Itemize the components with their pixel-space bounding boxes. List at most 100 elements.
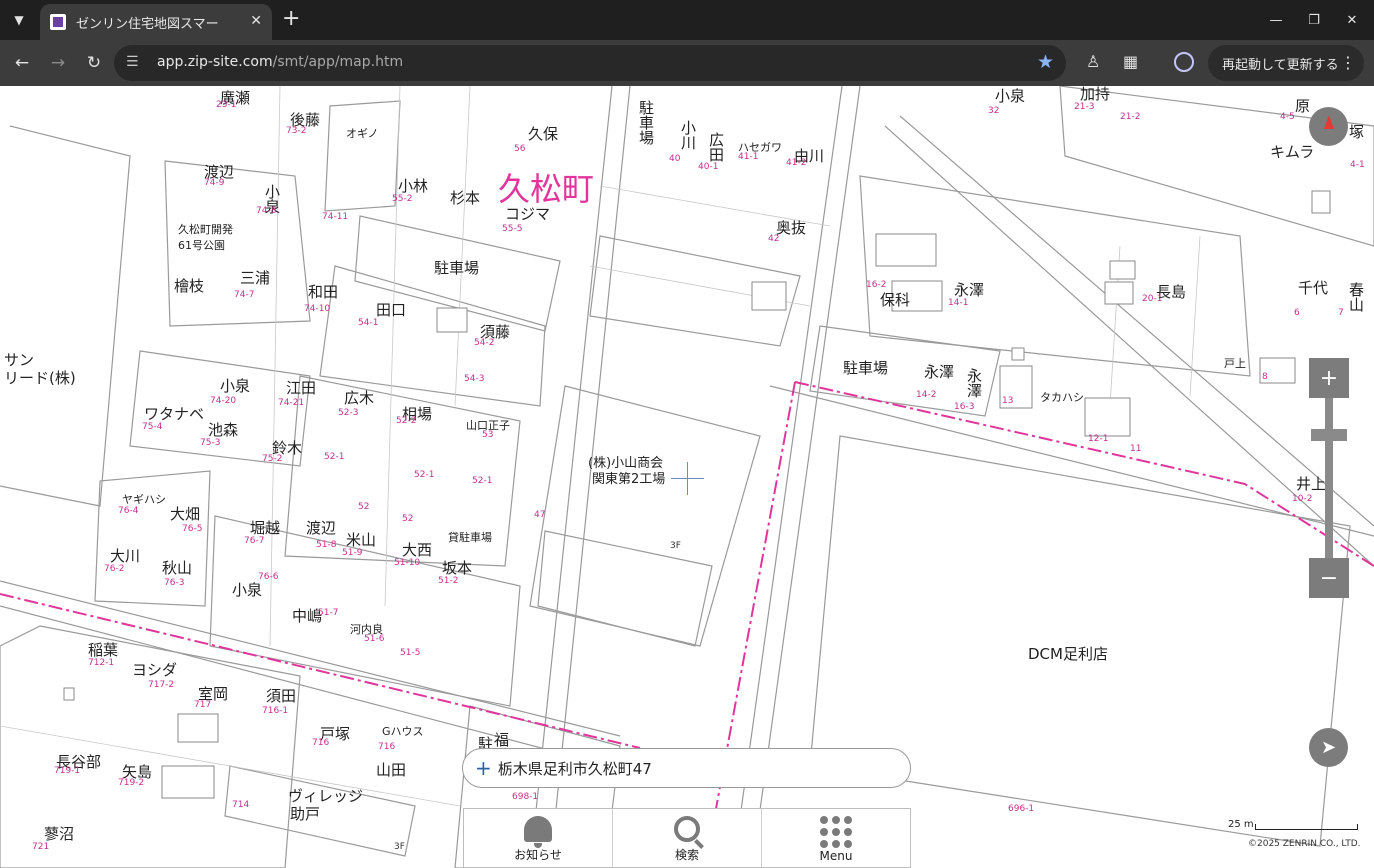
map-label: 奥抜 (776, 219, 807, 237)
parcel-number: 54-3 (464, 374, 485, 384)
zoom-slider-track[interactable] (1325, 398, 1333, 558)
map-label: コジマ (505, 205, 551, 223)
new-tab-plus-icon[interactable]: + (282, 8, 300, 30)
parcel-number: 76-2 (104, 564, 125, 574)
bell-icon (524, 816, 552, 848)
map-label: 福 (494, 731, 510, 749)
parcel-number: 698-1 (512, 792, 539, 802)
zoom-out-minus-icon[interactable]: − (1309, 558, 1349, 598)
parcel-number: 23-1 (216, 100, 237, 110)
parcel-number: 74-7 (234, 290, 255, 300)
parcel-number: 52 (358, 502, 370, 512)
parcel-number: 4-1 (1350, 160, 1365, 170)
parcel-number: 16-3 (954, 402, 975, 412)
map-label: 小泉 (220, 377, 251, 395)
center-crosshair (687, 462, 688, 495)
map-label: 駐車場 (637, 100, 655, 145)
map-label: タカハシ (1040, 391, 1084, 404)
map-label: 大川 (110, 547, 141, 565)
parcel-number: 56 (514, 144, 526, 154)
more-menu-icon[interactable]: ⋮ (1340, 53, 1356, 72)
parcel-number: 52-2 (396, 416, 417, 426)
extension-agent-icon[interactable]: ♙ (1086, 52, 1100, 71)
copyright-text: ©2025 ZENRIN CO., LTD. (1248, 839, 1361, 849)
parcel-number: 51-5 (400, 648, 421, 658)
active-tab[interactable]: ゼンリン住宅地図スマー ✕ (40, 4, 272, 40)
map-label: 須田 (266, 687, 297, 705)
parcel-number: 54-1 (358, 318, 379, 328)
menu-label: Menu (819, 849, 853, 863)
parcel-number: 41-1 (738, 152, 759, 162)
map-label: 米山 (346, 531, 377, 549)
navigation-arrow-icon[interactable]: ➤ (1309, 728, 1348, 767)
parcel-number: 75-2 (262, 454, 283, 464)
parcel-number: 74-21 (278, 398, 305, 408)
parcel-number: 14-2 (916, 390, 937, 400)
parcel-number: 55-2 (392, 194, 413, 204)
parcel-number: 721 (32, 842, 50, 852)
parcel-number: 6 (1294, 308, 1300, 318)
grid-dots-icon (820, 816, 852, 848)
parcel-number: 696-1 (1008, 804, 1035, 814)
site-info-icon[interactable]: ☰ (126, 54, 139, 70)
browser-tab-strip: ▼ ゼンリン住宅地図スマー ✕ + — ❐ ✕ (0, 0, 1374, 40)
map-label: リード(株) (4, 369, 76, 387)
map-label: 広木 (344, 389, 375, 407)
restore-icon[interactable]: ❐ (1303, 9, 1325, 31)
parcel-number: 51-8 (316, 540, 337, 550)
map-label: 永澤 (924, 363, 955, 381)
forward-arrow-icon[interactable]: → (46, 52, 70, 74)
relaunch-update-button[interactable]: 再起動して更新する ⋮ (1208, 45, 1364, 81)
window-close-icon[interactable]: ✕ (1341, 9, 1363, 31)
minimize-icon[interactable]: — (1265, 9, 1287, 31)
url-text[interactable]: app.zip-site.com/smt/app/map.htm (157, 54, 403, 70)
notice-label: お知らせ (514, 848, 562, 862)
bookmark-star-icon[interactable]: ★ (1037, 51, 1054, 73)
parcel-number: 51-7 (318, 608, 339, 618)
extensions-puzzle-icon[interactable]: ▦ (1123, 52, 1138, 71)
parcel-number: 52-1 (324, 452, 345, 462)
notice-button[interactable]: お知らせ (464, 809, 613, 867)
parcel-number: 53 (482, 430, 494, 440)
floor-count: 3F (670, 541, 681, 551)
bottom-navigation: お知らせ 検索 Menu (463, 808, 911, 868)
parcel-number: 47 (534, 510, 546, 520)
map-label: 加持 (1080, 86, 1111, 103)
parcel-number: 21-2 (1120, 112, 1141, 122)
zoom-in-plus-icon[interactable]: + (1309, 358, 1349, 398)
reload-icon[interactable]: ↻ (82, 52, 106, 74)
address-bar-pill[interactable]: + 栃木県足利市久松町47 (462, 748, 911, 788)
back-arrow-icon[interactable]: ← (10, 52, 34, 74)
map-label: DCM足利店 (1028, 645, 1108, 663)
menu-button[interactable]: Menu (762, 809, 910, 867)
map-label: 大畑 (170, 505, 201, 523)
map-label: 小川 (679, 120, 697, 150)
address-bar[interactable]: ☰ app.zip-site.com/smt/app/map.htm ★ (114, 45, 1066, 81)
parcel-number: 716 (312, 738, 330, 748)
address-text: 栃木県足利市久松町47 (497, 759, 652, 778)
search-button[interactable]: 検索 (613, 809, 762, 867)
parcel-number: 11 (1130, 444, 1142, 454)
map-label: (株)小山商会 (588, 456, 664, 471)
profile-avatar-icon[interactable] (1174, 52, 1194, 72)
parcel-number: 8 (1262, 372, 1268, 382)
parcel-number: 52-1 (414, 470, 435, 480)
search-label: 検索 (674, 848, 699, 862)
map-label: 駐車場 (434, 259, 480, 277)
map-label: ヴィレッジ (288, 787, 364, 805)
parcel-number: 7 (1338, 308, 1344, 318)
compass-icon[interactable] (1309, 107, 1348, 146)
zoom-slider-thumb[interactable] (1311, 429, 1347, 441)
map-label: 塚 (1349, 123, 1365, 141)
town-name-label: 久松町 (498, 170, 595, 208)
map-label: 永澤 (954, 281, 985, 299)
parcel-number: 32 (988, 106, 1000, 116)
parcel-number: 714 (232, 800, 250, 810)
magnifier-icon (674, 816, 700, 842)
tab-search-chevron-icon[interactable]: ▼ (6, 8, 32, 32)
tab-close-icon[interactable]: ✕ (250, 13, 262, 29)
parcel-number: 52-1 (472, 476, 493, 486)
map-canvas[interactable]: 久松町 廣瀬 後藤 オギノ 久保 駐車場 小川 広田 ハセガワ 由川 小泉 加持… (0, 86, 1374, 868)
map-label: 小泉 (995, 87, 1026, 105)
browser-toolbar: ← → ↻ ☰ app.zip-site.com/smt/app/map.htm… (0, 40, 1374, 86)
